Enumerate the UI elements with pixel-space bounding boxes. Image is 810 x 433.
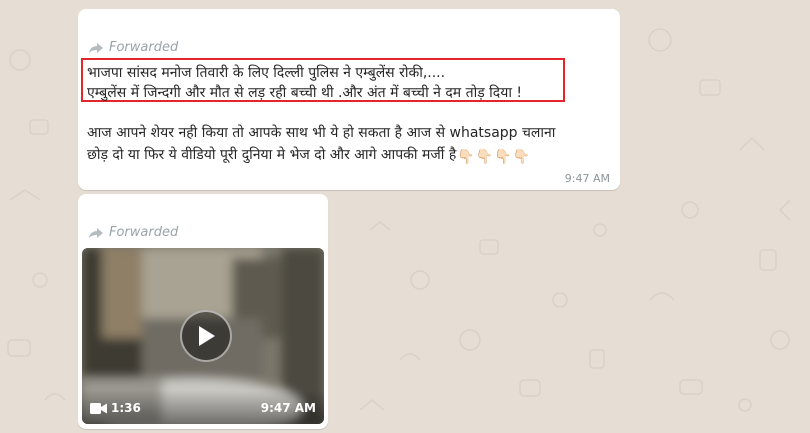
- message-timestamp: 9:47 AM: [564, 172, 610, 185]
- pointing-down-hand-icon: 👇🏻: [512, 149, 531, 165]
- forward-arrow-icon: [89, 227, 103, 238]
- pointing-down-hand-icon: 👇🏻: [457, 149, 475, 165]
- play-button[interactable]: [180, 310, 232, 362]
- message-bubble-video[interactable]: Forwarded 1:36 9:47 AM: [78, 194, 328, 429]
- highlighted-line-1: भाजपा सांसद मनोज तिवारी के लिए दिल्ली पु…: [87, 65, 446, 81]
- play-icon: [199, 326, 215, 346]
- message-text-line-2: छोड़ दो या फिर ये वीडियो पूरी दुनिया मे …: [87, 145, 530, 165]
- forward-arrow-icon: [89, 42, 103, 53]
- message-timestamp: 9:47 AM: [260, 401, 316, 415]
- video-duration: 1:36: [90, 401, 141, 415]
- highlighted-line-2: एम्बुलेंस में जिन्दगी और मौत से लड़ रही …: [87, 85, 523, 101]
- forwarded-label: Forwarded: [109, 40, 179, 55]
- pointing-down-hand-icon: 👇🏻: [494, 149, 512, 165]
- forwarded-indicator: Forwarded: [88, 40, 178, 55]
- message-bubble-text[interactable]: Forwarded भाजपा सांसद मनोज तिवारी के लिए…: [78, 9, 620, 190]
- message-text-line-2-text: छोड़ दो या फिर ये वीडियो पूरी दुनिया मे …: [87, 147, 457, 163]
- video-camera-icon: [90, 402, 107, 414]
- forwarded-indicator: Forwarded: [88, 225, 178, 240]
- pointing-down-hand-icon: 👇🏻: [475, 149, 494, 165]
- video-thumbnail[interactable]: 1:36 9:47 AM: [82, 248, 324, 424]
- message-text-line-1: आज आपने शेयर नही किया तो आपके साथ भी ये …: [87, 125, 556, 141]
- forwarded-label: Forwarded: [109, 225, 179, 240]
- video-duration-label: 1:36: [111, 401, 141, 415]
